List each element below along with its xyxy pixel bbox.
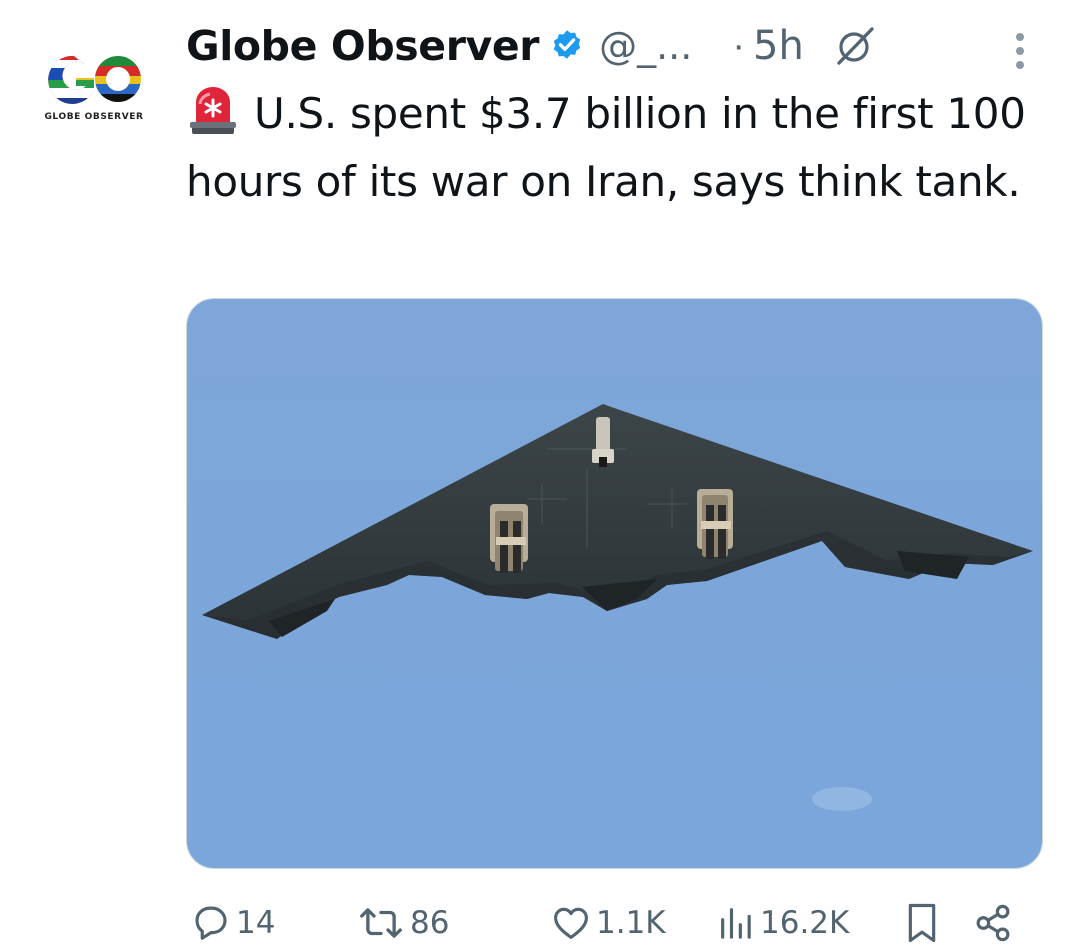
tweet-header: Globe Observer @_... · 5h (186, 18, 878, 74)
views-count: 16.2K (760, 905, 850, 941)
share-icon (976, 904, 1010, 942)
reply-icon (195, 906, 227, 940)
heart-icon (554, 907, 588, 939)
views-icon (721, 908, 751, 939)
avatar-caption: GLOBE OBSERVER (44, 112, 144, 122)
share-button[interactable] (972, 898, 1018, 948)
repost-count: 86 (410, 905, 450, 941)
timestamp[interactable]: 5h (753, 23, 804, 69)
reply-count: 14 (236, 905, 276, 941)
siren-emoji-icon (186, 84, 240, 136)
globe-observer-logo (48, 55, 141, 104)
grok-icon[interactable] (832, 23, 878, 69)
avatar[interactable]: GLOBE OBSERVER (44, 50, 144, 126)
verified-badge-icon[interactable] (549, 28, 585, 64)
stealth-bomber-photo (187, 299, 1042, 868)
separator-dot: · (732, 24, 745, 67)
handle[interactable]: @_... (599, 24, 692, 68)
tweet-card[interactable]: GLOBE OBSERVER Globe Observer @_... · 5h (0, 0, 1080, 950)
tweet-body: U.S. spent $3.7 billion in the first 100… (186, 89, 1026, 206)
tweet-text: U.S. spent $3.7 billion in the first 100… (186, 80, 1046, 216)
tweet-action-bar: 14 86 1.1K 16.2K (186, 898, 1036, 948)
tweet-media-photo[interactable] (186, 298, 1043, 869)
bookmark-button[interactable] (902, 898, 946, 948)
reply-button[interactable]: 14 (190, 898, 275, 948)
more-vertical-icon[interactable] (1012, 30, 1028, 72)
repost-icon (360, 908, 402, 938)
bookmark-icon (908, 903, 936, 943)
views-button[interactable]: 16.2K (716, 898, 849, 948)
display-name[interactable]: Globe Observer (186, 22, 539, 70)
like-count: 1.1K (596, 905, 666, 941)
like-button[interactable]: 1.1K (550, 898, 666, 948)
repost-button[interactable]: 86 (356, 898, 449, 948)
